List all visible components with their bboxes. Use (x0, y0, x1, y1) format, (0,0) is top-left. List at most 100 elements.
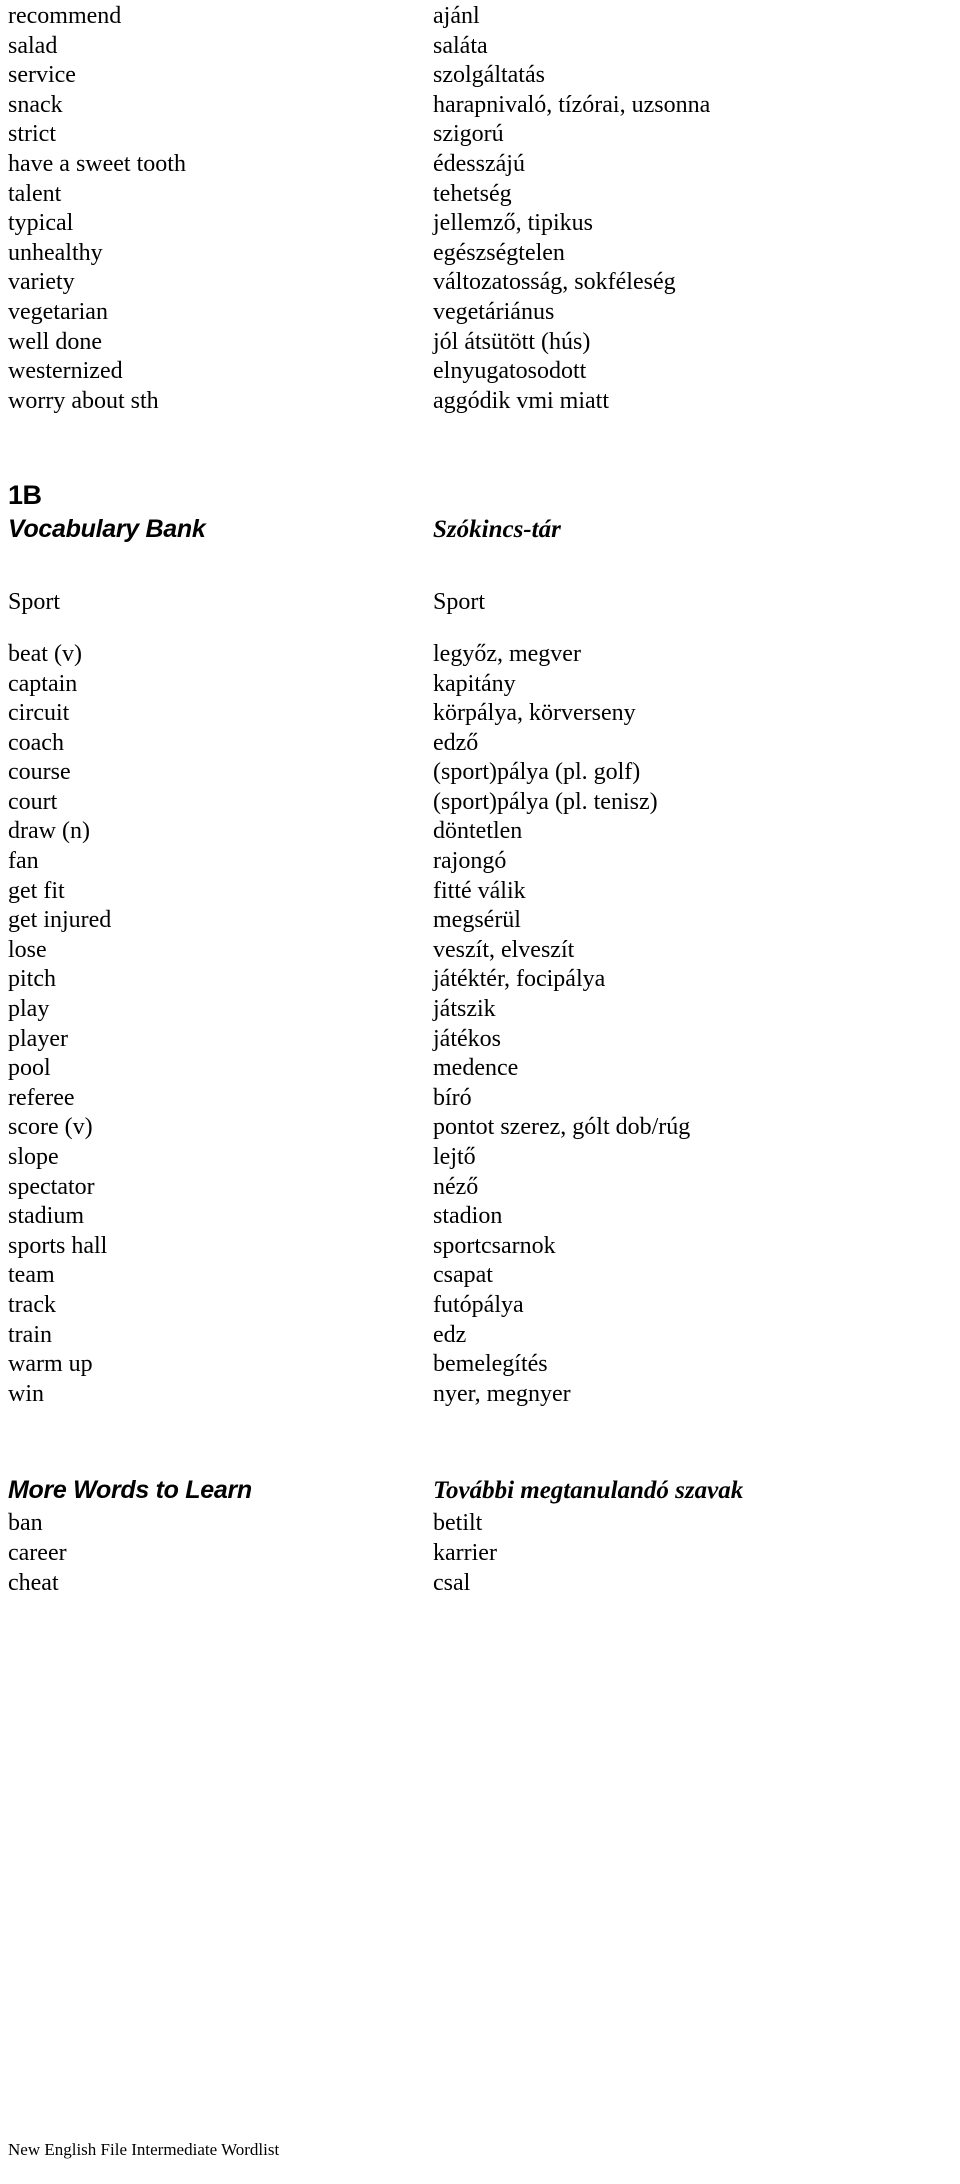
word-hu: betilt (433, 1510, 483, 1537)
wordlist-content: recommend ajánl salad saláta service szolgált… (8, 2, 952, 1598)
word-hu: kapitány (433, 670, 516, 697)
word-en: fan (8, 848, 39, 875)
sport-entries-list: beat (v) legyőz, megver captain kapitány cir… (8, 640, 952, 1409)
more-words-entries-list: ban betilt career karrier cheat csal (8, 1509, 952, 1598)
word-hu: elnyugatosodott (433, 358, 587, 385)
word-hu: egészségtelen (433, 239, 565, 266)
word-hu: pontot szerez, gólt dob/rúg (433, 1114, 691, 1141)
page-footer: New English File Intermediate Wordlist (8, 2140, 280, 2159)
wordlist-row: typical jellemző, tipikus (8, 209, 952, 239)
word-hu: tehetség (433, 180, 512, 207)
wordlist-row: get injured megsérül (8, 906, 952, 936)
word-hu: harapnivaló, tízórai, uzsonna (433, 91, 711, 118)
wordlist-row: talent tehetség (8, 180, 952, 210)
word-en: play (8, 996, 50, 1023)
word-hu: aggódik vmi miatt (433, 387, 609, 414)
more-words-heading-hu: További megtanulandó szavak (433, 1477, 744, 1505)
word-en: referee (8, 1084, 75, 1111)
wordlist-row: fan rajongó (8, 847, 952, 877)
wordlist-row: circuit körpálya, körverseny (8, 699, 952, 729)
word-hu: saláta (433, 32, 488, 59)
sport-label-en: Sport (8, 589, 61, 616)
word-en: win (8, 1380, 44, 1407)
unit-heading-row: Vocabulary Bank Szókincs-tár (8, 512, 952, 548)
word-hu: legyőz, megver (433, 640, 581, 667)
wordlist-row: referee bíró (8, 1084, 952, 1114)
vocabulary-bank-heading-en: Vocabulary Bank (8, 515, 206, 544)
wordlist-row: track futópálya (8, 1291, 952, 1321)
word-en: career (8, 1539, 67, 1566)
wordlist-row: salad saláta (8, 32, 952, 62)
word-en: strict (8, 121, 56, 148)
word-en: player (8, 1025, 68, 1052)
unit-number: 1B (8, 480, 42, 511)
word-en: track (8, 1291, 56, 1318)
word-hu: fitté válik (433, 877, 526, 904)
word-en: captain (8, 670, 78, 697)
gap-before-more-words (8, 1409, 952, 1473)
gap-after-sport-label (8, 618, 952, 640)
word-en: pool (8, 1055, 51, 1082)
word-en: service (8, 62, 76, 89)
wordlist-row: snack harapnivaló, tízórai, uzsonna (8, 91, 952, 121)
more-words-heading-en: More Words to Learn (8, 1476, 252, 1505)
word-hu: jellemző, tipikus (433, 210, 593, 237)
word-en: beat (v) (8, 640, 82, 667)
wordlist-row: coach edző (8, 729, 952, 759)
word-hu: edz (433, 1321, 467, 1348)
sport-group-label-row: Sport Sport (8, 588, 952, 618)
word-hu: lejtő (433, 1144, 476, 1170)
wordlist-row: pitch játéktér, focipálya (8, 965, 952, 995)
word-hu: rajongó (433, 848, 507, 875)
word-en: talent (8, 180, 62, 207)
word-en: cheat (8, 1569, 59, 1596)
wordlist-row: spectator néző (8, 1173, 952, 1203)
word-en: well done (8, 328, 102, 355)
more-words-heading-row: More Words to Learn További megtanulandó… (8, 1473, 952, 1509)
word-en: train (8, 1321, 52, 1348)
word-en: ban (8, 1510, 43, 1537)
wordlist-row: career karrier (8, 1539, 952, 1569)
wordlist-row: sports hall sportcsarnok (8, 1232, 952, 1262)
wordlist-row: get fit fitté válik (8, 877, 952, 907)
word-hu: jól átsütött (hús) (433, 328, 591, 355)
word-en: warm up (8, 1351, 93, 1378)
word-en: sports hall (8, 1232, 108, 1259)
word-hu: ajánl (433, 3, 480, 29)
sport-label-hu: Sport (433, 589, 486, 616)
word-hu: veszít, elveszít (433, 936, 575, 963)
top-entries-list: recommend ajánl salad saláta service szolgált… (8, 2, 952, 416)
word-en: vegetarian (8, 298, 108, 325)
word-en: variety (8, 269, 75, 296)
word-hu: édesszájú (433, 150, 525, 177)
word-en: have a sweet tooth (8, 150, 186, 177)
wordlist-page: recommend ajánl salad saláta service szolgált… (0, 0, 960, 2184)
word-en: worry about sth (8, 387, 159, 414)
word-en: score (v) (8, 1114, 93, 1141)
word-en: get fit (8, 877, 65, 904)
word-en: team (8, 1262, 55, 1289)
word-hu: szigorú (433, 121, 504, 148)
word-hu: (sport)pálya (pl. tenisz) (433, 788, 658, 815)
word-hu: döntetlen (433, 818, 523, 845)
wordlist-row: cheat csal (8, 1569, 952, 1599)
word-hu: karrier (433, 1539, 497, 1566)
word-hu: medence (433, 1055, 519, 1082)
wordlist-row: have a sweet tooth édesszájú (8, 150, 952, 180)
word-en: typical (8, 210, 74, 237)
wordlist-row: win nyer, megnyer (8, 1380, 952, 1410)
word-hu: változatosság, sokféleség (433, 269, 676, 296)
wordlist-row: service szolgáltatás (8, 61, 952, 91)
word-en: salad (8, 32, 58, 59)
word-en: recommend (8, 3, 122, 29)
word-en: slope (8, 1144, 59, 1170)
word-en: circuit (8, 700, 70, 727)
word-en: coach (8, 729, 64, 756)
word-en: westernized (8, 358, 123, 385)
word-en: stadium (8, 1203, 84, 1230)
wordlist-row: vegetarian vegetáriánus (8, 298, 952, 328)
word-hu: játszik (433, 996, 496, 1023)
word-en: unhealthy (8, 239, 103, 266)
wordlist-row: warm up bemelegítés (8, 1350, 952, 1380)
word-hu: megsérül (433, 907, 521, 934)
